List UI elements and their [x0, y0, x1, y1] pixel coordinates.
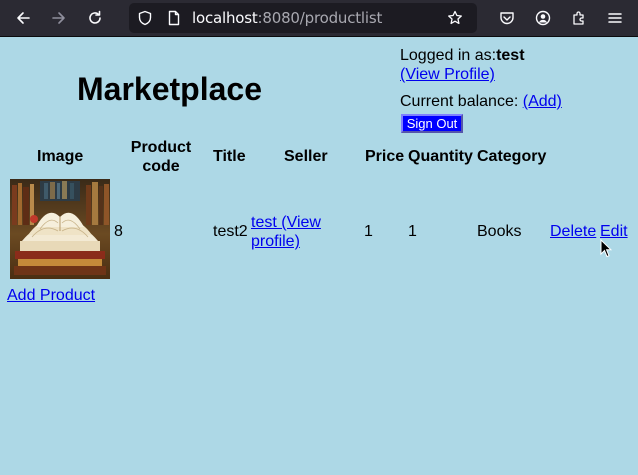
bookmark-star-icon[interactable] [447, 10, 463, 26]
username: test [496, 47, 525, 64]
add-product-link[interactable]: Add Product [7, 286, 95, 305]
url-path: :8080/productlist [257, 9, 383, 27]
header-product-code-line1: Product [130, 139, 192, 156]
menu-icon[interactable] [607, 10, 623, 26]
header-quantity: Quantity [408, 148, 473, 165]
open-books-image [10, 179, 110, 279]
arrow-right-icon [52, 12, 65, 24]
forward-button[interactable] [46, 5, 72, 31]
balance-line: Current balance: (Add) [400, 93, 562, 111]
header-category: Category [477, 148, 547, 165]
sign-out-button[interactable]: Sign Out [401, 114, 463, 133]
page-icon[interactable] [166, 10, 182, 26]
cell-price: 1 [364, 223, 373, 240]
reload-button[interactable] [82, 5, 108, 31]
arrow-left-icon [17, 12, 30, 24]
shield-icon[interactable] [137, 10, 153, 26]
mouse-cursor-icon [600, 239, 612, 258]
page-content: Marketplace Logged in as:test (View Prof… [0, 37, 638, 475]
page-title: Marketplace [77, 71, 262, 107]
delete-link[interactable]: Delete [550, 222, 596, 241]
account-icon[interactable] [535, 10, 551, 26]
url-bar[interactable]: localhost:8080/productlist [129, 3, 477, 33]
cell-quantity: 1 [408, 223, 417, 240]
logged-in-label: Logged in as: [400, 47, 497, 64]
product-image [10, 179, 110, 279]
seller-link-line2: profile) [251, 233, 300, 250]
url-host: localhost [192, 9, 258, 27]
header-product-code: Product code [128, 138, 194, 176]
browser-toolbar: localhost:8080/productlist [0, 0, 638, 37]
reload-icon [89, 10, 101, 24]
back-button[interactable] [10, 5, 36, 31]
pocket-icon[interactable] [499, 10, 515, 26]
header-price: Price [365, 148, 405, 165]
add-balance-link[interactable]: (Add) [523, 93, 562, 110]
header-image: Image [37, 148, 84, 165]
balance-label: Current balance: [400, 93, 519, 110]
seller-profile-link[interactable]: test (View profile) [251, 214, 321, 250]
extensions-icon[interactable] [571, 10, 587, 26]
view-profile-link[interactable]: (View Profile) [400, 66, 495, 83]
cell-title: test2 [213, 223, 248, 240]
header-title: Title [213, 148, 246, 165]
header-seller: Seller [284, 148, 328, 165]
cell-category: Books [477, 223, 522, 240]
cell-seller: test (View profile) [251, 213, 321, 251]
header-product-code-line2: code [142, 158, 180, 175]
cell-product-code: 8 [114, 223, 123, 240]
url-text[interactable]: localhost:8080/productlist [192, 9, 382, 27]
seller-link-line1: test (View [251, 214, 321, 231]
login-info: Logged in as:test (View Profile) [400, 46, 525, 84]
